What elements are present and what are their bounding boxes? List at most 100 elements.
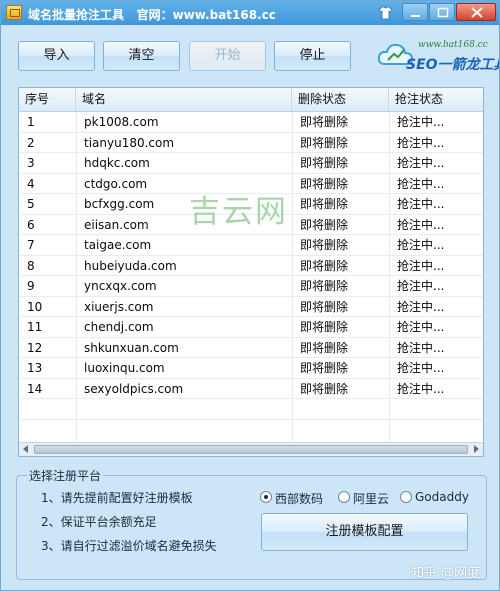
import-button[interactable]: 导入 <box>18 41 95 71</box>
minimize-icon <box>411 15 420 17</box>
table-header: 序号 域名 删除状态 抢注状态 <box>19 88 483 112</box>
row-register-status: 抢注中... <box>397 176 445 191</box>
row-index: 4 <box>27 176 35 191</box>
row-index: 6 <box>27 217 35 232</box>
column-header-delete-status[interactable]: 删除状态 <box>292 88 389 111</box>
note-item: 3、请自行过滤溢价域名避免损失 <box>41 539 217 553</box>
row-register-status: 抢注中... <box>397 115 445 129</box>
row-domain: luoxinqu.com <box>84 361 165 375</box>
row-index: 12 <box>27 340 43 355</box>
row-domain: hubeiyuda.com <box>84 258 177 273</box>
row-delete-status: 即将删除 <box>300 238 349 252</box>
row-delete-status: 即将删除 <box>300 340 349 355</box>
row-index: 7 <box>27 238 35 252</box>
table-row[interactable]: 11 chendj.com 即将删除 抢注中... <box>19 317 483 338</box>
shirt-icon[interactable] <box>378 6 393 20</box>
table-row[interactable]: 1 pk1008.com 即将删除 抢注中... <box>19 112 483 133</box>
row-register-status: 抢注中... <box>397 217 445 232</box>
table-row[interactable]: 13 luoxinqu.com 即将删除 抢注中... <box>19 358 483 379</box>
row-delete-status: 即将删除 <box>300 381 349 396</box>
app-title: 域名批量抢注工具 <box>28 8 125 22</box>
minimize-button[interactable] <box>402 3 428 21</box>
column-header-domain[interactable]: 域名 <box>76 88 292 111</box>
row-delete-status: 即将删除 <box>300 197 349 211</box>
row-index: 3 <box>27 156 35 170</box>
row-domain: ctdgo.com <box>84 176 148 191</box>
close-icon <box>471 7 483 18</box>
scrollbar-thumb[interactable] <box>34 445 468 454</box>
maximize-icon <box>437 7 449 18</box>
stop-button[interactable]: 停止 <box>274 41 351 71</box>
table-row[interactable]: 12 shkunxuan.com 即将删除 抢注中... <box>19 338 483 358</box>
row-delete-status: 即将删除 <box>300 279 349 293</box>
table-row[interactable]: 2 tianyu180.com 即将删除 抢注中... <box>19 133 483 153</box>
table-row[interactable]: 3 hdqkc.com 即将删除 抢注中... <box>19 153 483 174</box>
app-icon <box>6 5 22 20</box>
horizontal-scrollbar[interactable] <box>19 442 483 456</box>
platform-legend: 选择注册平台 <box>27 467 104 484</box>
clear-button[interactable]: 清空 <box>103 41 180 71</box>
start-button[interactable]: 开始 <box>189 41 266 71</box>
row-index: 8 <box>27 258 35 273</box>
close-button[interactable] <box>456 3 496 21</box>
row-register-status: 抢注中... <box>397 279 445 293</box>
note-item: 1、请先提前配置好注册模板 <box>41 491 193 505</box>
row-register-status: 抢注中... <box>397 135 445 150</box>
row-register-status: 抢注中... <box>397 381 445 396</box>
row-index: 13 <box>27 361 43 375</box>
row-domain: bcfxgg.com <box>84 197 155 211</box>
row-domain: pk1008.com <box>84 115 159 129</box>
table-row-empty <box>19 399 483 420</box>
row-register-status: 抢注中... <box>397 361 445 375</box>
row-delete-status: 即将删除 <box>300 299 349 314</box>
template-config-button[interactable]: 注册模板配置 <box>261 513 468 551</box>
app-window: 域名批量抢注工具 官网：www.bat168.cc 导入 清空 开始 停止 ww… <box>0 0 500 591</box>
row-index: 10 <box>27 299 43 314</box>
table-row[interactable]: 9 yncxqx.com 即将删除 抢注中... <box>19 276 483 297</box>
row-domain: sexyoldpics.com <box>84 381 184 396</box>
title-bar[interactable]: 域名批量抢注工具 官网：www.bat168.cc <box>1 1 499 25</box>
row-index: 2 <box>27 135 35 150</box>
row-delete-status: 即将删除 <box>300 361 349 375</box>
brand-logo: www.bat168.cc SEO一箭龙工具 <box>376 37 499 77</box>
radio-unselected-icon <box>400 491 412 503</box>
row-delete-status: 即将删除 <box>300 320 349 334</box>
scroll-right-icon[interactable] <box>474 445 479 453</box>
row-delete-status: 即将删除 <box>300 217 349 232</box>
row-domain: tianyu180.com <box>84 135 175 150</box>
row-index: 9 <box>27 279 35 293</box>
row-register-status: 抢注中... <box>397 197 445 211</box>
row-domain: taigae.com <box>84 238 152 252</box>
radio-label: 西部数码 <box>275 492 324 506</box>
maximize-button[interactable] <box>429 3 455 21</box>
row-index: 11 <box>27 320 43 334</box>
row-delete-status: 即将删除 <box>300 135 349 150</box>
row-register-status: 抢注中... <box>397 320 445 334</box>
footer-watermark: 知乎 @网度 <box>411 566 481 581</box>
column-header-index[interactable]: 序号 <box>19 88 76 111</box>
window-title: 域名批量抢注工具 官网：www.bat168.cc <box>28 6 276 23</box>
column-header-register-status[interactable]: 抢注状态 <box>389 88 483 111</box>
row-register-status: 抢注中... <box>397 299 445 314</box>
row-domain: xiuerjs.com <box>84 299 154 314</box>
row-delete-status: 即将删除 <box>300 176 349 191</box>
row-register-status: 抢注中... <box>397 340 445 355</box>
scroll-left-icon[interactable] <box>23 445 28 453</box>
row-domain: yncxqx.com <box>84 279 157 293</box>
row-delete-status: 即将删除 <box>300 258 349 273</box>
table-row[interactable]: 14 sexyoldpics.com 即将删除 抢注中... <box>19 379 483 399</box>
domain-table[interactable]: 序号 域名 删除状态 抢注状态 1 pk1008.com 即将删除 抢注中...… <box>18 87 484 457</box>
table-row[interactable]: 8 hubeiyuda.com 即将删除 抢注中... <box>19 256 483 276</box>
table-row[interactable]: 7 taigae.com 即将删除 抢注中... <box>19 235 483 256</box>
radio-label: 阿里云 <box>353 492 390 506</box>
row-index: 14 <box>27 381 43 396</box>
radio-label: Godaddy <box>415 490 469 504</box>
table-row[interactable]: 10 xiuerjs.com 即将删除 抢注中... <box>19 297 483 317</box>
row-register-status: 抢注中... <box>397 156 445 170</box>
watermark-text: 吉云网 <box>189 194 288 230</box>
row-domain: hdqkc.com <box>84 156 150 170</box>
row-delete-status: 即将删除 <box>300 115 349 129</box>
row-register-status: 抢注中... <box>397 258 445 273</box>
row-index: 1 <box>27 115 35 129</box>
row-register-status: 抢注中... <box>397 238 445 252</box>
